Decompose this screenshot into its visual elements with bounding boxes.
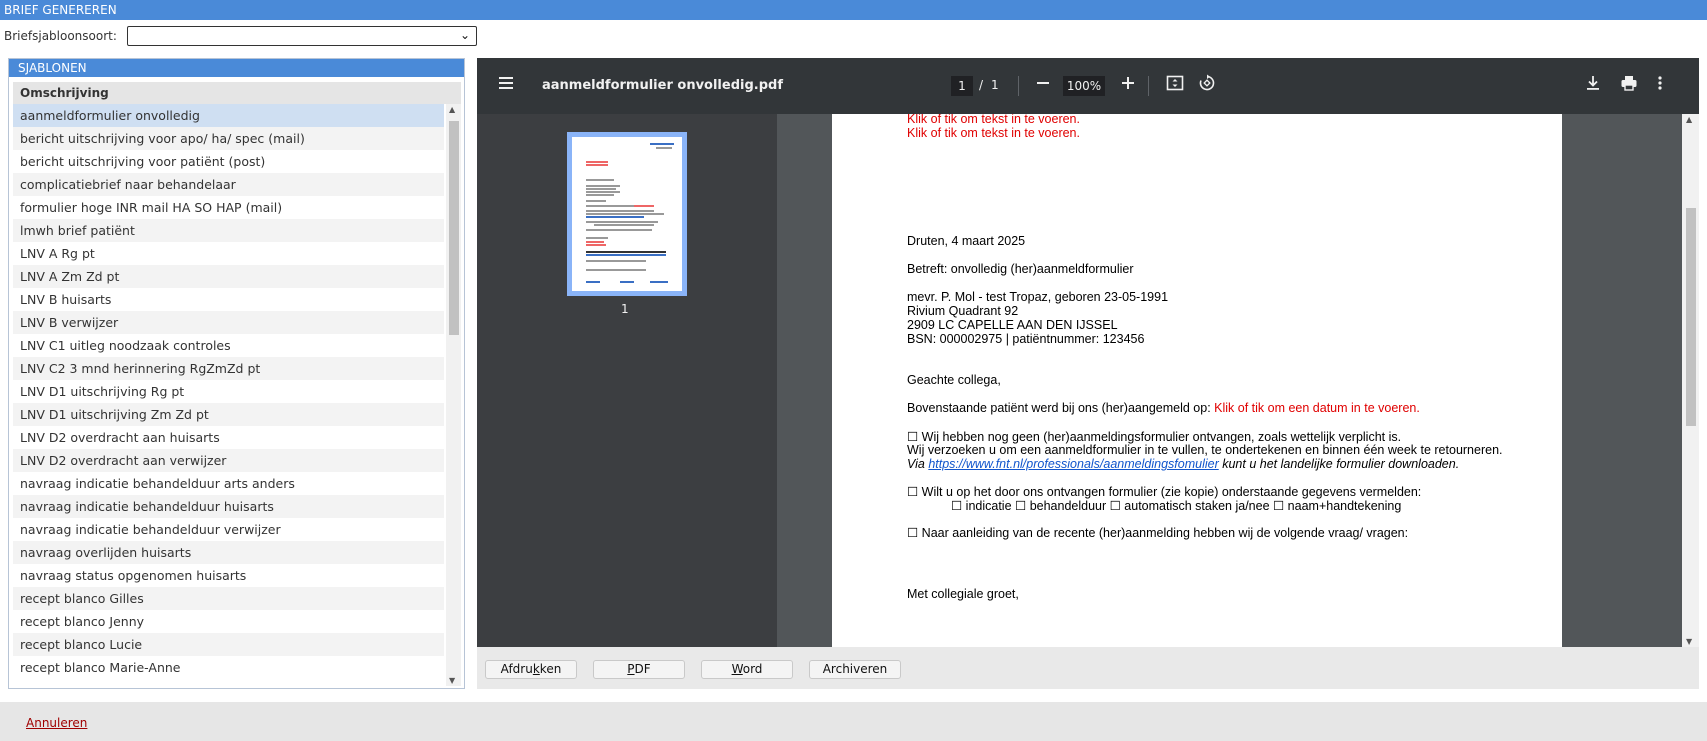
scroll-up-icon[interactable]: ▲ bbox=[1686, 115, 1692, 124]
pdf-toolbar: aanmeldformulier onvolledig.pdf 1 / 1 10… bbox=[477, 58, 1699, 114]
document-page: Klik of tik om tekst in te voeren. Klik … bbox=[832, 114, 1562, 647]
document-scrollbar[interactable]: ▲ ▼ bbox=[1682, 114, 1699, 647]
template-list: aanmeldformulier onvolledig bericht uitsc… bbox=[13, 104, 444, 686]
template-list-item[interactable]: lmwh brief patiënt bbox=[13, 219, 444, 242]
template-list-item[interactable]: LNV C1 uitleg noodzaak controles bbox=[13, 334, 444, 357]
scrollbar-thumb[interactable] bbox=[449, 121, 459, 335]
template-list-item[interactable]: LNV C2 3 mnd herinnering RgZmZd pt bbox=[13, 357, 444, 380]
template-list-item[interactable]: LNV D2 overdracht aan huisarts bbox=[13, 426, 444, 449]
print-icon[interactable] bbox=[1620, 74, 1638, 97]
zoom-in-icon[interactable] bbox=[1120, 74, 1136, 97]
download-icon[interactable] bbox=[1585, 74, 1601, 97]
option-no-form[interactable]: ☐ Wij hebben nog geen (her)aanmeldingsfo… bbox=[907, 429, 1401, 444]
template-list-item[interactable]: navraag overlijden huisarts bbox=[13, 541, 444, 564]
template-list-item[interactable]: bericht uitschrijving voor patiënt (post… bbox=[13, 150, 444, 173]
page-number-input[interactable]: 1 bbox=[951, 76, 973, 96]
template-list-item[interactable]: recept blanco Marie-Anne bbox=[13, 656, 444, 679]
template-list-item[interactable]: LNV D2 overdracht aan verwijzer bbox=[13, 449, 444, 472]
pdf-filename: aanmeldformulier onvolledig.pdf bbox=[542, 78, 783, 93]
request-line: Wij verzoeken u om een aanmeldformulier … bbox=[907, 443, 1503, 457]
pdf-viewer: aanmeldformulier onvolledig.pdf 1 / 1 10… bbox=[477, 58, 1699, 689]
menu-icon[interactable] bbox=[497, 74, 515, 97]
template-list-item[interactable]: bericht uitschrijving voor apo/ ha/ spec… bbox=[13, 127, 444, 150]
column-header-omschrijving[interactable]: Omschrijving bbox=[13, 82, 461, 104]
template-list-item[interactable]: LNV A Zm Zd pt bbox=[13, 265, 444, 288]
via-line: Via https://www.fnt.nl/professionals/aan… bbox=[907, 457, 1460, 471]
patient-address-city: 2909 LC CAPELLE AAN DEN IJSSEL bbox=[907, 318, 1118, 332]
template-list-item[interactable]: navraag indicatie behandelduur arts ande… bbox=[13, 472, 444, 495]
template-list-item[interactable]: LNV B verwijzer bbox=[13, 311, 444, 334]
option-complete-form[interactable]: ☐ Wilt u op het door ons ontvangen formu… bbox=[907, 484, 1421, 499]
word-button[interactable]: Word bbox=[701, 660, 793, 679]
footer-bar: Annuleren bbox=[0, 702, 1707, 741]
closing-line: Met collegiale groet, bbox=[907, 587, 1019, 601]
page-thumbnail[interactable] bbox=[572, 137, 682, 291]
form-download-link[interactable]: https://www.fnt.nl/professionals/aanmeld… bbox=[928, 457, 1218, 471]
archive-button[interactable]: Archiveren bbox=[809, 660, 901, 679]
scroll-up-icon[interactable]: ▲ bbox=[449, 105, 455, 114]
template-list-item[interactable]: navraag indicatie behandelduur verwijzer bbox=[13, 518, 444, 541]
templates-panel-title: SJABLONEN bbox=[9, 59, 464, 77]
patient-name: mevr. P. Mol - test Tropaz, geboren 23-0… bbox=[907, 290, 1169, 304]
thumbnail-page-number: 1 bbox=[621, 302, 629, 316]
text-placeholder[interactable]: Klik of tik om tekst in te voeren. bbox=[907, 126, 1080, 140]
patient-address-street: Rivium Quadrant 92 bbox=[907, 304, 1019, 318]
template-list-scrollbar[interactable]: ▲ ▼ bbox=[446, 104, 461, 686]
action-bar: Afdrukken PDF Word Archiveren bbox=[477, 647, 1699, 689]
more-icon[interactable] bbox=[1657, 74, 1663, 97]
template-list-item[interactable]: recept blanco Lucie bbox=[13, 633, 444, 656]
toolbar-divider bbox=[1018, 76, 1019, 96]
scrollbar-thumb[interactable] bbox=[1686, 208, 1696, 426]
subject-line: Betreft: onvolledig (her)aanmeldformulie… bbox=[907, 262, 1134, 276]
template-type-row: Briefsjabloonsoort: ⌄ bbox=[0, 24, 600, 48]
option-questions[interactable]: ☐ Naar aanleiding van de recente (her)aa… bbox=[907, 525, 1408, 540]
page-title: BRIEF GENEREREN bbox=[4, 3, 117, 17]
document-area: Klik of tik om tekst in te voeren. Klik … bbox=[777, 114, 1682, 647]
page-total: 1 bbox=[991, 78, 999, 92]
template-list-item[interactable]: LNV D1 uitschrijving Zm Zd pt bbox=[13, 403, 444, 426]
registration-line: Bovenstaande patiënt werd bij ons (her)a… bbox=[907, 401, 1420, 415]
template-list-item[interactable]: aanmeldformulier onvolledig bbox=[13, 104, 444, 127]
app-header: BRIEF GENEREREN bbox=[0, 0, 1707, 20]
patient-bsn: BSN: 000002975 | patiëntnummer: 123456 bbox=[907, 332, 1145, 346]
template-type-label: Briefsjabloonsoort: bbox=[4, 29, 117, 43]
chevron-down-icon: ⌄ bbox=[459, 28, 470, 42]
fit-page-icon[interactable] bbox=[1166, 74, 1184, 97]
template-list-item[interactable]: LNV D1 uitschrijving Rg pt bbox=[13, 380, 444, 403]
pdf-button[interactable]: PDF bbox=[593, 660, 685, 679]
text-placeholder[interactable]: Klik of tik om tekst in te voeren. bbox=[907, 114, 1080, 126]
rotate-icon[interactable] bbox=[1198, 74, 1216, 97]
templates-panel: SJABLONEN Omschrijving aanmeldformulier … bbox=[8, 58, 465, 689]
date-placeholder[interactable]: Klik of tik om een datum in te voeren. bbox=[1214, 401, 1420, 415]
salutation: Geachte collega, bbox=[907, 373, 1001, 387]
zoom-out-icon[interactable] bbox=[1035, 74, 1051, 97]
scroll-down-icon[interactable]: ▼ bbox=[1686, 637, 1692, 646]
zoom-level-input[interactable]: 100% bbox=[1063, 76, 1105, 96]
template-list-item[interactable]: LNV A Rg pt bbox=[13, 242, 444, 265]
print-button[interactable]: Afdrukken bbox=[485, 660, 577, 679]
template-type-select[interactable]: ⌄ bbox=[127, 26, 477, 46]
template-list-item[interactable]: recept blanco Gilles bbox=[13, 587, 444, 610]
option-fields[interactable]: ☐ indicatie ☐ behandelduur ☐ automatisch… bbox=[951, 498, 1401, 513]
template-list-item[interactable]: LNV B huisarts bbox=[13, 288, 444, 311]
template-list-item[interactable]: navraag indicatie behandelduur huisarts bbox=[13, 495, 444, 518]
template-list-item[interactable]: navraag status opgenomen huisarts bbox=[13, 564, 444, 587]
scroll-down-icon[interactable]: ▼ bbox=[449, 676, 455, 685]
page-separator: / bbox=[979, 78, 984, 92]
date-line: Druten, 4 maart 2025 bbox=[907, 234, 1026, 248]
toolbar-divider bbox=[1148, 76, 1149, 96]
thumbnail-pane: 1 bbox=[477, 114, 777, 647]
template-list-item[interactable]: formulier hoge INR mail HA SO HAP (mail) bbox=[13, 196, 444, 219]
cancel-link[interactable]: Annuleren bbox=[26, 716, 87, 730]
template-list-item[interactable]: recept blanco Jenny bbox=[13, 610, 444, 633]
template-list-item[interactable]: complicatiebrief naar behandelaar bbox=[13, 173, 444, 196]
